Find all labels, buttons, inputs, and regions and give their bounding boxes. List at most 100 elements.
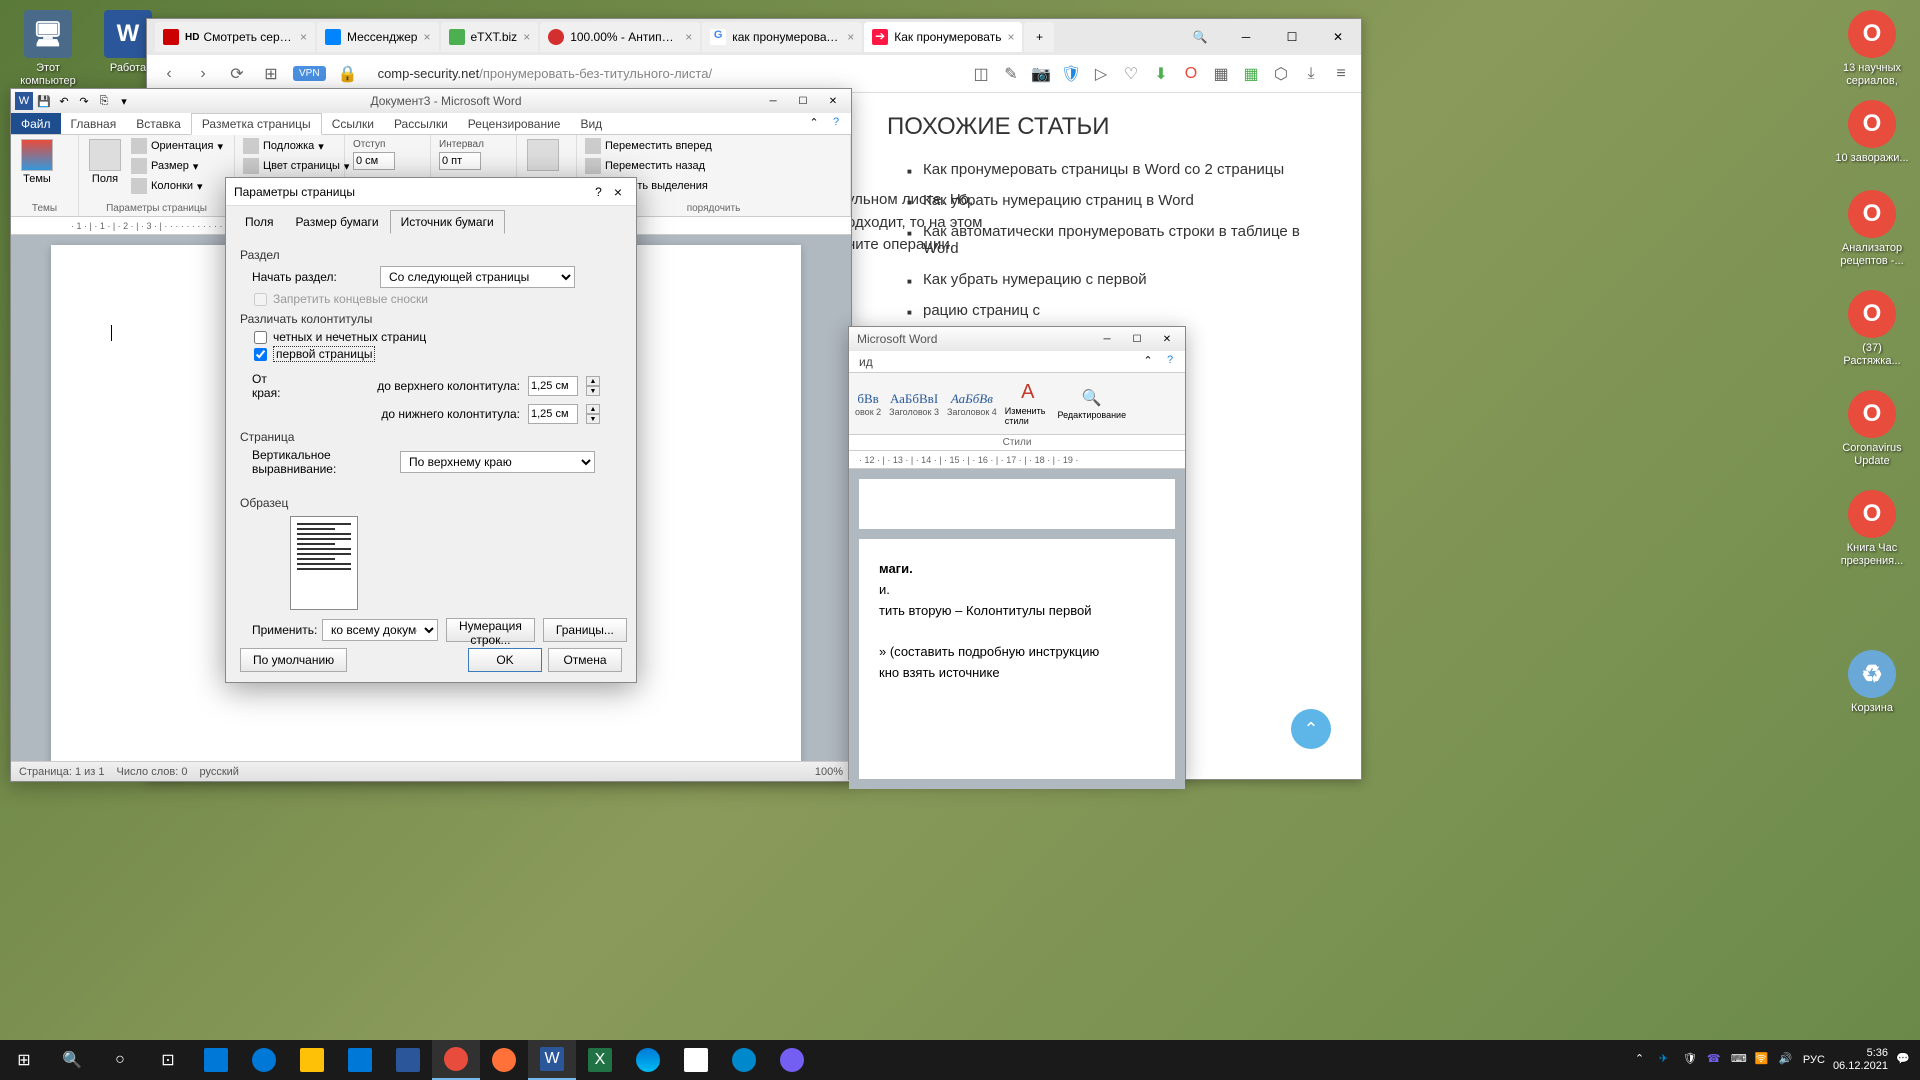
- related-link[interactable]: Как автоматически пронумеровать строки в…: [907, 223, 1321, 257]
- doc2-page[interactable]: маги. и. тить вторую – Колонтитулы перво…: [859, 539, 1175, 779]
- style-heading2[interactable]: бВвовок 2: [853, 389, 883, 419]
- lock-icon[interactable]: 🔒: [336, 62, 360, 86]
- start-button[interactable]: ⊞: [0, 1040, 48, 1080]
- app-button[interactable]: [384, 1040, 432, 1080]
- ribbon-collapse-icon[interactable]: ⌃: [805, 113, 823, 131]
- edit-icon[interactable]: ✎: [1001, 64, 1021, 84]
- position-button[interactable]: [523, 137, 563, 173]
- edge-button[interactable]: [240, 1040, 288, 1080]
- section-start-select[interactable]: Со следующей страницы: [380, 266, 575, 288]
- margins-button[interactable]: Поля: [85, 137, 125, 187]
- desktop-link4[interactable]: O (37) Растяжка...: [1834, 290, 1910, 368]
- menu-icon[interactable]: ≡: [1331, 64, 1351, 84]
- ok-button[interactable]: OK: [468, 648, 542, 672]
- undo-icon[interactable]: ↶: [55, 92, 73, 110]
- snapshot-icon[interactable]: 📷: [1031, 64, 1051, 84]
- scroll-top-button[interactable]: ⌃: [1291, 709, 1331, 749]
- close-button[interactable]: ✕: [1153, 330, 1181, 348]
- ribbon-collapse-icon[interactable]: ⌃: [1139, 351, 1157, 369]
- related-link[interactable]: Как пронумеровать страницы в Word со 2 с…: [907, 161, 1321, 178]
- desktop-link1[interactable]: O 13 научных сериалов,: [1834, 10, 1910, 88]
- search-icon[interactable]: 🔍: [1177, 22, 1223, 52]
- related-link[interactable]: Как убрать нумерацию с первой: [907, 271, 1321, 288]
- word-app-icon[interactable]: W: [15, 92, 33, 110]
- mail-button[interactable]: [336, 1040, 384, 1080]
- explorer-button[interactable]: [288, 1040, 336, 1080]
- tab-close[interactable]: ×: [847, 30, 854, 44]
- extension-icon[interactable]: ▦: [1211, 64, 1231, 84]
- tab-5[interactable]: ➔Как пронумеровать×: [864, 22, 1022, 52]
- minimize-button[interactable]: ─: [759, 92, 787, 110]
- valign-select[interactable]: По верхнему краю: [400, 451, 595, 473]
- watermark-button[interactable]: Подложка ▾: [241, 137, 351, 155]
- tray-language[interactable]: РУС: [1803, 1054, 1825, 1066]
- maximize-button[interactable]: ☐: [789, 92, 817, 110]
- tab-file[interactable]: Файл: [11, 113, 61, 134]
- tab-3[interactable]: 100.00% - Антиплаги×: [540, 22, 700, 52]
- tab-0[interactable]: HDСмотреть сериал Гри×: [155, 22, 315, 52]
- tab-references[interactable]: Ссылки: [322, 113, 384, 134]
- send-backward-button[interactable]: Переместить назад: [583, 157, 714, 175]
- maximize-button[interactable]: ☐: [1269, 22, 1315, 52]
- tray-security-icon[interactable]: 🛡: [1683, 1052, 1699, 1068]
- opera-icon[interactable]: O: [1181, 64, 1201, 84]
- page-count[interactable]: Страница: 1 из 1: [19, 766, 105, 778]
- sidebar-icon[interactable]: ◫: [971, 64, 991, 84]
- tab-home[interactable]: Главная: [61, 113, 127, 134]
- columns-button[interactable]: Колонки ▾: [129, 177, 225, 195]
- edge-button[interactable]: [624, 1040, 672, 1080]
- size-button[interactable]: Размер ▾: [129, 157, 225, 175]
- cancel-button[interactable]: Отмена: [548, 648, 622, 672]
- spin-down[interactable]: ▼: [586, 386, 600, 396]
- tab-2[interactable]: eTXT.biz×: [441, 22, 539, 52]
- tray-telegram-icon[interactable]: ✈: [1659, 1052, 1675, 1068]
- viber-button[interactable]: [768, 1040, 816, 1080]
- back-button[interactable]: ‹: [157, 62, 181, 86]
- editing-button[interactable]: 🔍Редактирование: [1057, 386, 1127, 422]
- tab-close[interactable]: ×: [300, 30, 307, 44]
- close-button[interactable]: ×: [608, 184, 628, 200]
- tab-view[interactable]: Вид: [570, 113, 612, 134]
- save-icon[interactable]: 💾: [35, 92, 53, 110]
- orientation-button[interactable]: Ориентация ▾: [129, 137, 225, 155]
- desktop-this-pc[interactable]: 🖥 Этоткомпьютер: [10, 10, 86, 88]
- close-button[interactable]: ✕: [1315, 22, 1361, 52]
- tab-margins[interactable]: Поля: [234, 210, 285, 234]
- extension-icon[interactable]: ▦: [1241, 64, 1261, 84]
- heart-icon[interactable]: ♡: [1121, 64, 1141, 84]
- qat-icon[interactable]: ⎘: [95, 92, 113, 110]
- search-button[interactable]: 🔍: [48, 1040, 96, 1080]
- desktop-link3[interactable]: O Анализатор рецептов -...: [1834, 190, 1910, 268]
- vpn-badge[interactable]: VPN: [293, 66, 326, 81]
- store-button[interactable]: [192, 1040, 240, 1080]
- tray-keyboard-icon[interactable]: ⌨: [1731, 1052, 1747, 1068]
- tab-page-layout[interactable]: Разметка страницы: [191, 113, 322, 135]
- downloads-icon[interactable]: ⤓: [1301, 64, 1321, 84]
- tray-up-icon[interactable]: ⌃: [1635, 1052, 1651, 1068]
- word-count[interactable]: Число слов: 0: [117, 766, 188, 778]
- reload-button[interactable]: ⟳: [225, 62, 249, 86]
- tray-viber-icon[interactable]: ☎: [1707, 1052, 1723, 1068]
- related-link[interactable]: рацию страниц с: [907, 302, 1321, 319]
- cube-icon[interactable]: ⬡: [1271, 64, 1291, 84]
- tray-notifications-icon[interactable]: 💬: [1896, 1052, 1912, 1068]
- style-heading4[interactable]: АаБбВвЗаголовок 4: [945, 389, 999, 419]
- spin-down[interactable]: ▼: [586, 414, 600, 424]
- minimize-button[interactable]: ─: [1093, 330, 1121, 348]
- change-styles-button[interactable]: AИзменить стили: [1003, 379, 1053, 428]
- odd-even-checkbox[interactable]: [254, 331, 267, 344]
- borders-button[interactable]: Границы...: [543, 618, 627, 642]
- style-heading3[interactable]: АаБбВвІЗаголовок 3: [887, 389, 941, 419]
- maximize-button[interactable]: ☐: [1123, 330, 1151, 348]
- zoom-level[interactable]: 100%: [815, 766, 843, 778]
- tab-view[interactable]: ид: [849, 351, 883, 372]
- speed-dial-icon[interactable]: ⊞: [259, 62, 283, 86]
- apply-to-select[interactable]: ко всему документу: [322, 619, 438, 641]
- redo-icon[interactable]: ↷: [75, 92, 93, 110]
- tab-close[interactable]: ×: [423, 30, 430, 44]
- address-bar[interactable]: comp-security.net/пронумеровать-без-титу…: [370, 66, 961, 81]
- tab-close[interactable]: ×: [685, 30, 692, 44]
- tray-volume-icon[interactable]: 🔊: [1779, 1052, 1795, 1068]
- close-button[interactable]: ✕: [819, 92, 847, 110]
- excel-button[interactable]: X: [576, 1040, 624, 1080]
